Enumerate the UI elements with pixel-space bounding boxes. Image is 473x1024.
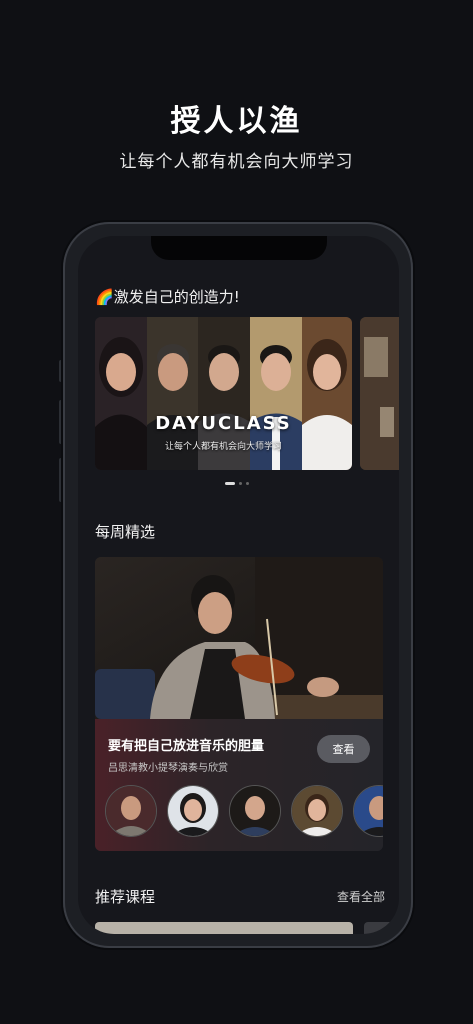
course-title: 要有把自己放进音乐的胆量 xyxy=(108,739,265,754)
view-course-button[interactable]: 查看 xyxy=(317,735,370,763)
instructor-avatar[interactable] xyxy=(353,785,383,837)
pagination-dot xyxy=(239,482,242,485)
banner-section-title: 🌈激发自己的创造力! xyxy=(95,286,240,307)
course-cover-image xyxy=(95,557,383,719)
instructor-avatar[interactable] xyxy=(167,785,219,837)
hero-subtitle: 让每个人都有机会向大师学习 xyxy=(119,152,354,172)
phone-notch xyxy=(151,236,327,260)
instructor-avatar-row xyxy=(105,785,383,837)
course-info-panel: 要有把自己放进音乐的胆量 吕思清教小提琴演奏与欣赏 查看 xyxy=(95,719,383,851)
course-subtitle: 吕思清教小提琴演奏与欣赏 xyxy=(108,763,228,774)
rainbow-icon: 🌈 xyxy=(95,288,114,306)
weekly-section-title: 每周精选 xyxy=(95,523,156,541)
pagination-dot-active xyxy=(225,482,235,485)
banner-section-label: 激发自己的创造力! xyxy=(113,288,240,306)
recommended-course-card[interactable] xyxy=(95,922,353,934)
phone-screen: 🌈激发自己的创造力! DAYUCLASS 让每个人都有机会向大师学习 每周精选 … xyxy=(78,236,399,934)
recommended-section-title: 推荐课程 xyxy=(95,888,156,906)
pagination-dot xyxy=(246,482,249,485)
hero-banner[interactable]: DAYUCLASS 让每个人都有机会向大师学习 xyxy=(95,317,352,470)
weekly-course-card[interactable]: 要有把自己放进音乐的胆量 吕思清教小提琴演奏与欣赏 查看 xyxy=(95,557,383,851)
banner-brand-logo: DAYUCLASS xyxy=(155,413,292,434)
banner-slogan: 让每个人都有机会向大师学习 xyxy=(164,442,282,452)
hero-title: 授人以渔 xyxy=(170,104,303,139)
instructor-avatar[interactable] xyxy=(105,785,157,837)
see-all-link[interactable]: 查看全部 xyxy=(337,888,385,905)
instructor-avatar[interactable] xyxy=(291,785,343,837)
banner-pagination xyxy=(225,482,249,485)
next-banner-preview[interactable] xyxy=(360,317,399,470)
instructor-avatar[interactable] xyxy=(229,785,281,837)
recommended-course-card[interactable] xyxy=(364,922,399,934)
